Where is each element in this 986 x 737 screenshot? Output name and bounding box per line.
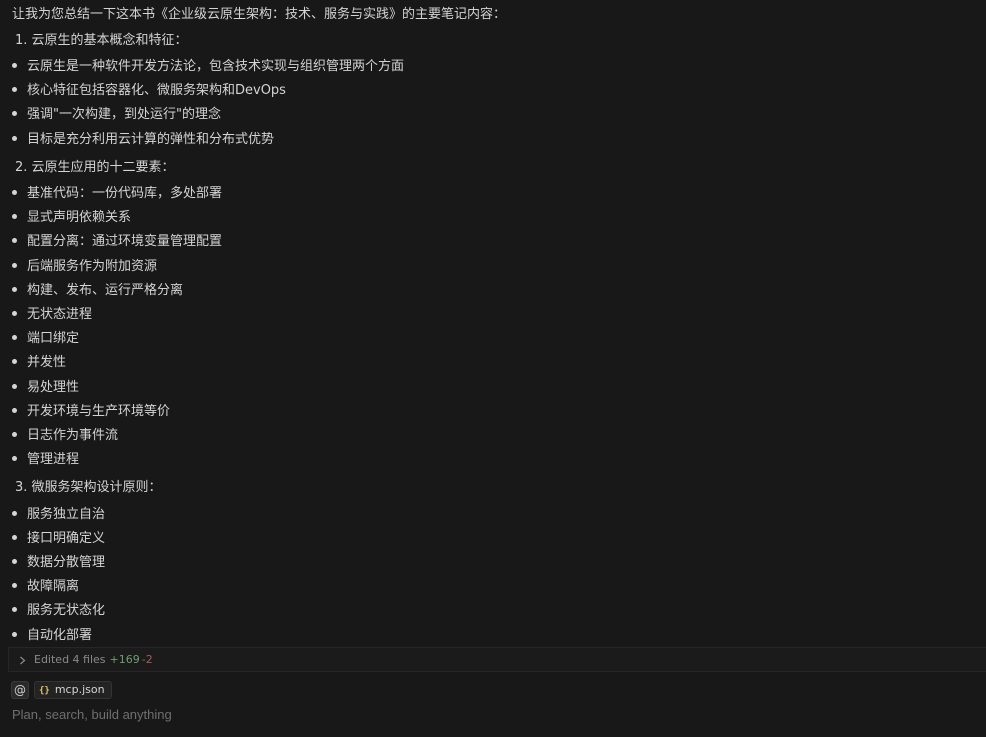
bullet-icon (12, 559, 17, 564)
section-heading: 2. 云原生应用的十二要素： (15, 160, 175, 175)
bullet-icon (12, 287, 17, 292)
section-heading: 3. 微服务架构设计原则： (15, 480, 162, 495)
list-item: 显式声明依赖关系 (12, 208, 131, 228)
bullet-icon (12, 511, 17, 516)
edited-files-label: Edited 4 files (34, 653, 106, 666)
chat-input[interactable] (12, 705, 972, 725)
list-item: 服务无状态化 (12, 601, 105, 621)
bullet-icon (12, 607, 17, 612)
bullet-icon (12, 63, 17, 68)
bullet-icon (12, 238, 17, 243)
bullet-icon (12, 408, 17, 413)
bullet-icon (12, 456, 17, 461)
context-file-chip[interactable]: {} mcp.json (34, 681, 112, 699)
section-heading: 1. 云原生的基本概念和特征： (15, 33, 188, 48)
bullet-icon (12, 136, 17, 141)
list-item: 易处理性 (12, 378, 79, 398)
list-item: 强调"一次构建，到处运行"的理念 (12, 105, 221, 125)
list-item: 配置分离：通过环境变量管理配置 (12, 232, 222, 252)
bullet-icon (12, 632, 17, 637)
list-item: 构建、发布、运行严格分离 (12, 281, 183, 301)
list-item: 核心特征包括容器化、微服务架构和DevOps (12, 81, 286, 101)
intro-text: 让我为您总结一下这本书《企业级云原生架构：技术、服务与实践》的主要笔记内容： (12, 7, 507, 22)
list-item: 开发环境与生产环境等价 (12, 402, 170, 422)
bullet-icon (12, 190, 17, 195)
list-item: 服务独立自治 (12, 505, 105, 525)
lines-added: +169 (109, 653, 140, 666)
bullet-icon (12, 535, 17, 540)
bullet-icon (12, 432, 17, 437)
list-item: 并发性 (12, 353, 66, 373)
list-item: 日志作为事件流 (12, 426, 118, 446)
bullet-icon (12, 111, 17, 116)
list-item: 后端服务作为附加资源 (12, 257, 157, 277)
list-item: 基准代码：一份代码库，多处部署 (12, 184, 222, 204)
bullet-icon (12, 311, 17, 316)
bullet-icon (12, 214, 17, 219)
add-context-button[interactable]: @ (11, 681, 29, 699)
chat-message: 让我为您总结一下这本书《企业级云原生架构：技术、服务与实践》的主要笔记内容： 1… (0, 0, 986, 646)
list-item: 目标是充分利用云计算的弹性和分布式优势 (12, 130, 274, 150)
bullet-icon (12, 335, 17, 340)
bullet-icon (12, 359, 17, 364)
list-item: 数据分散管理 (12, 553, 105, 573)
list-item: 端口绑定 (12, 329, 79, 349)
list-item: 管理进程 (12, 450, 79, 470)
lines-removed: -2 (141, 653, 153, 666)
chevron-right-icon (19, 648, 29, 672)
chat-composer: @ {} mcp.json (0, 673, 986, 737)
list-item: 无状态进程 (12, 305, 92, 325)
list-item: 云原生是一种软件开发方法论，包含技术实现与组织管理两个方面 (12, 57, 404, 77)
list-item: 自动化部署 (12, 626, 92, 646)
edited-files-bar[interactable]: Edited 4 files +169 -2 (8, 647, 986, 672)
json-file-icon: {} (39, 686, 50, 696)
bullet-icon (12, 384, 17, 389)
bullet-icon (12, 263, 17, 268)
list-item: 故障隔离 (12, 577, 79, 597)
bullet-icon (12, 87, 17, 92)
context-file-name: mcp.json (54, 683, 105, 696)
bullet-icon (12, 583, 17, 588)
list-item: 接口明确定义 (12, 529, 105, 549)
